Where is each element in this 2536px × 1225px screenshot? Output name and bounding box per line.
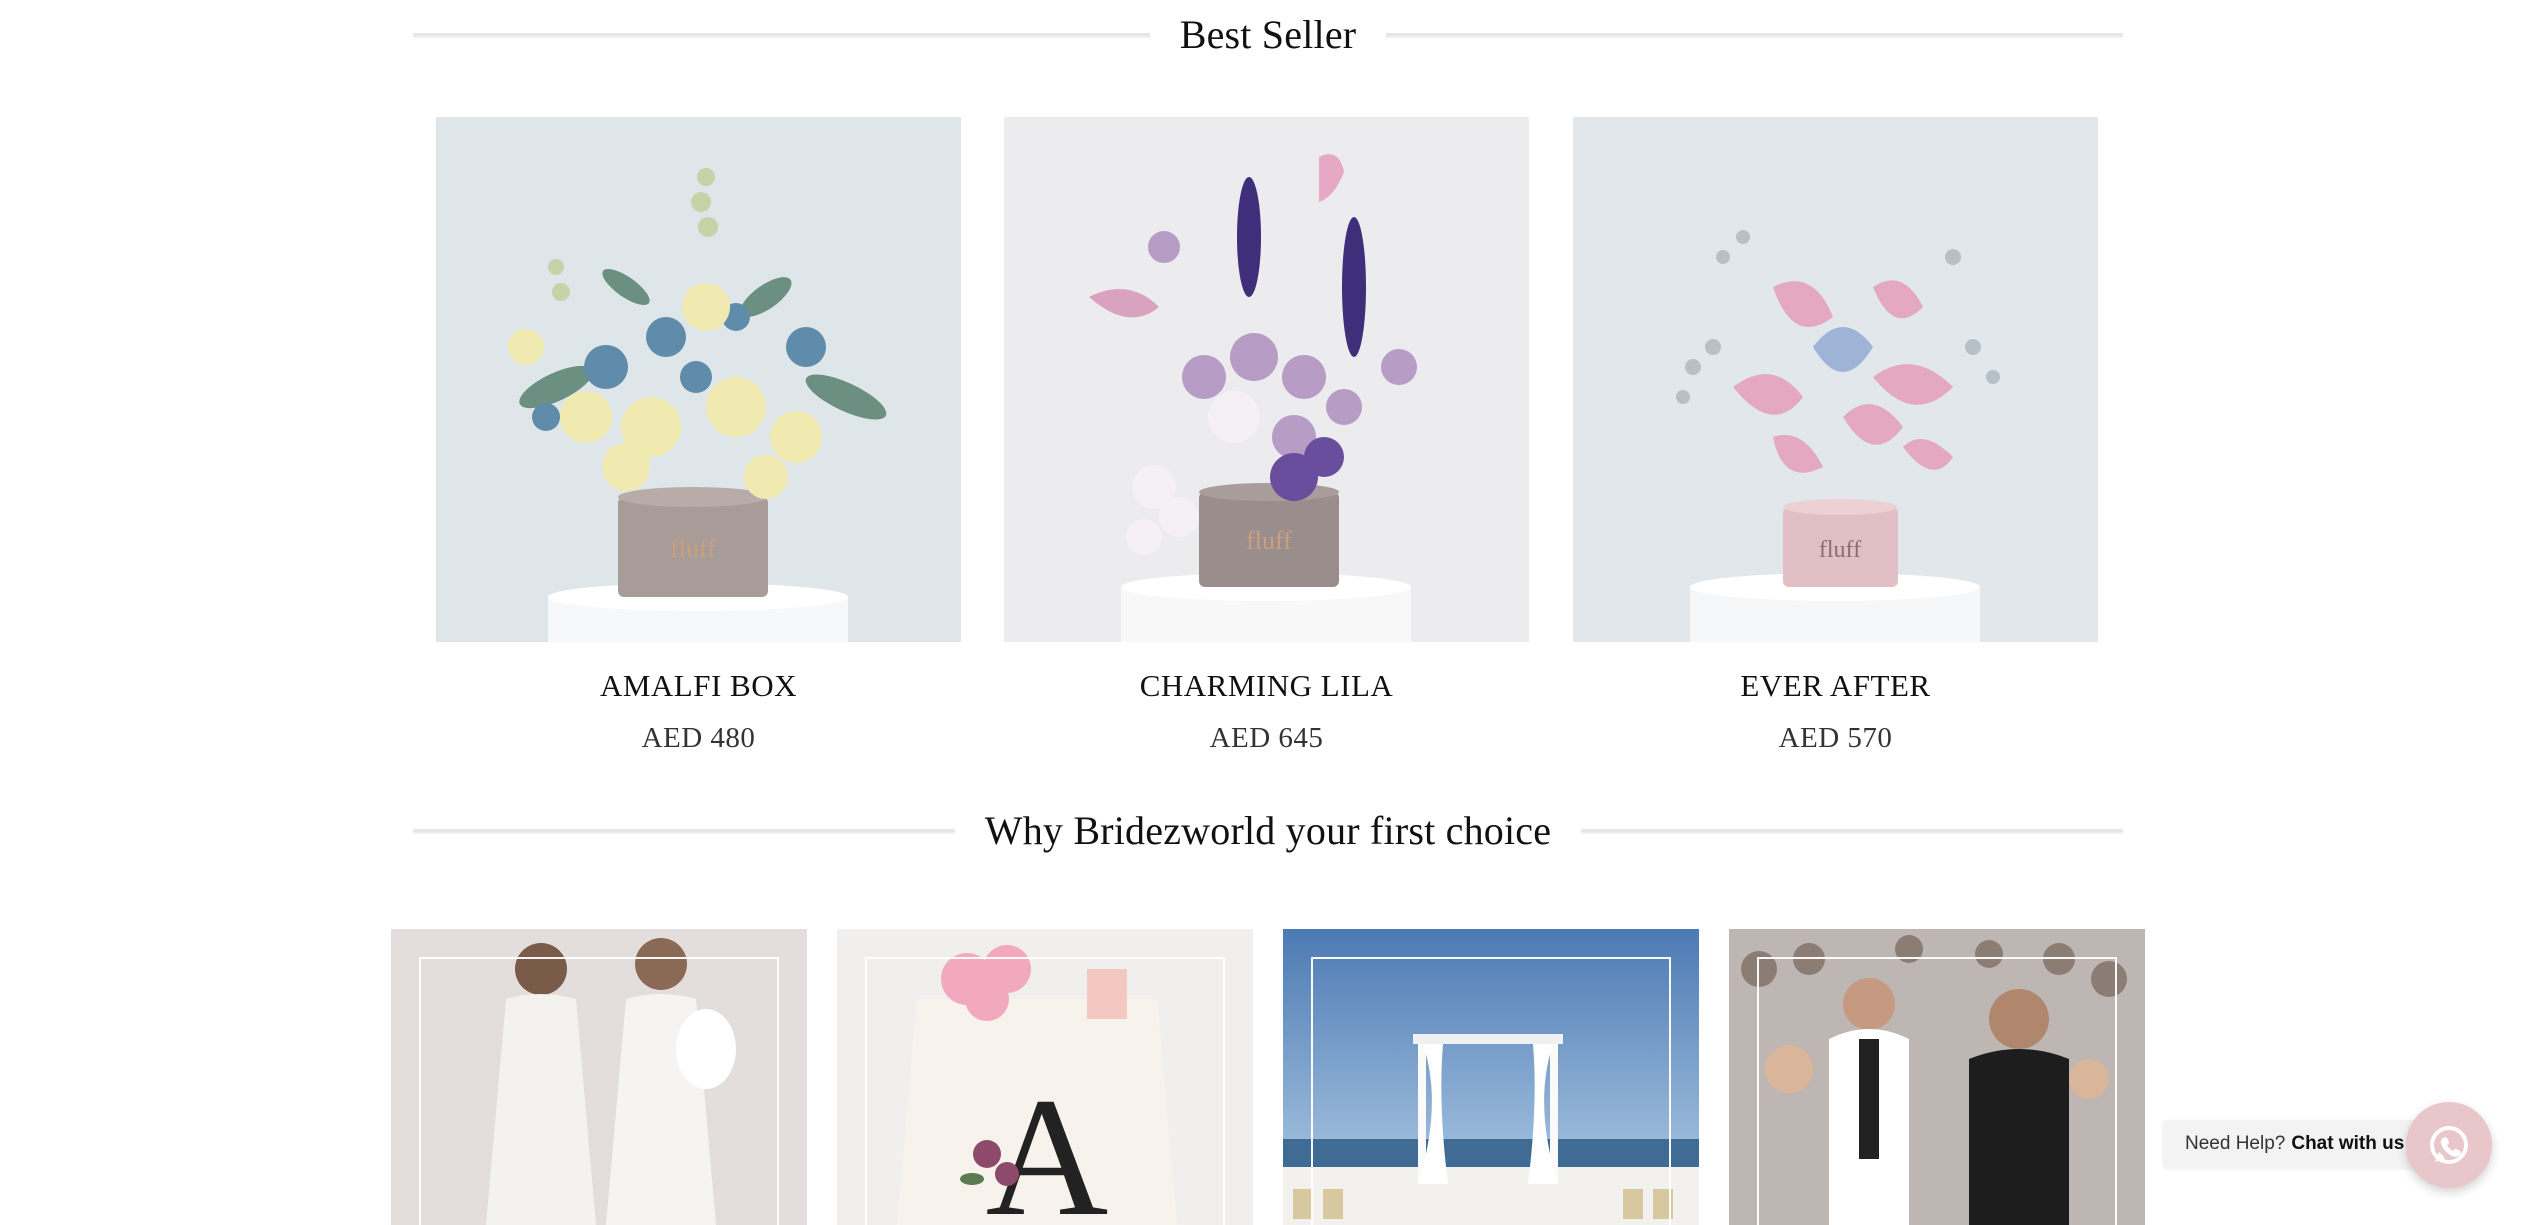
product-price: AED 480 bbox=[641, 722, 756, 754]
product-image-charming-lila[interactable]: fluff bbox=[1004, 117, 1529, 642]
chat-action[interactable]: Chat with us bbox=[2291, 1133, 2404, 1155]
product-card-charming-lila[interactable]: fluff CHARMING LILA AED 645 bbox=[1004, 117, 1529, 755]
chat-prompt: Need Help? bbox=[2185, 1133, 2286, 1154]
best-seller-title: Best Seller bbox=[1179, 11, 1357, 57]
why-card-beach-ceremony[interactable] bbox=[1283, 929, 1699, 1225]
card-frame bbox=[1311, 957, 1671, 1225]
best-seller-heading: Best Seller bbox=[413, 4, 2123, 64]
product-price: AED 645 bbox=[1209, 722, 1324, 754]
divider-left bbox=[413, 32, 1150, 38]
why-card-monogram-tote[interactable]: A bbox=[837, 929, 1253, 1225]
product-image-ever-after[interactable]: fluff bbox=[1573, 117, 2098, 642]
why-card-bridal-dresses[interactable] bbox=[391, 929, 807, 1225]
product-image-amalfi-box[interactable]: fluff bbox=[436, 117, 961, 642]
product-card-amalfi-box[interactable]: fluff AMALFI BOX AED 480 bbox=[436, 117, 961, 755]
divider-right bbox=[1581, 828, 2123, 834]
divider-left bbox=[413, 828, 955, 834]
product-card-ever-after[interactable]: fluff EVER AFTER AED 570 bbox=[1573, 117, 2098, 755]
card-frame bbox=[865, 957, 1225, 1225]
product-name[interactable]: CHARMING LILA bbox=[1004, 668, 1529, 704]
why-card-wedding-celebration[interactable] bbox=[1729, 929, 2145, 1225]
why-heading: Why Bridezworld your first choice bbox=[413, 800, 2123, 860]
product-price: AED 570 bbox=[1778, 722, 1893, 754]
divider-right bbox=[1386, 32, 2123, 38]
product-name[interactable]: EVER AFTER bbox=[1573, 668, 2098, 704]
svg-text:fluff: fluff bbox=[1819, 537, 1861, 563]
svg-text:fluff: fluff bbox=[1246, 526, 1292, 555]
chat-help-bubble[interactable]: Need Help? Chat with us bbox=[2163, 1120, 2427, 1168]
whatsapp-icon bbox=[2430, 1126, 2468, 1164]
whatsapp-chat-button[interactable] bbox=[2406, 1102, 2492, 1188]
card-frame bbox=[1757, 957, 2117, 1225]
why-title: Why Bridezworld your first choice bbox=[984, 807, 1552, 853]
card-frame bbox=[419, 957, 779, 1225]
svg-text:fluff: fluff bbox=[670, 534, 716, 563]
product-name[interactable]: AMALFI BOX bbox=[436, 668, 961, 704]
